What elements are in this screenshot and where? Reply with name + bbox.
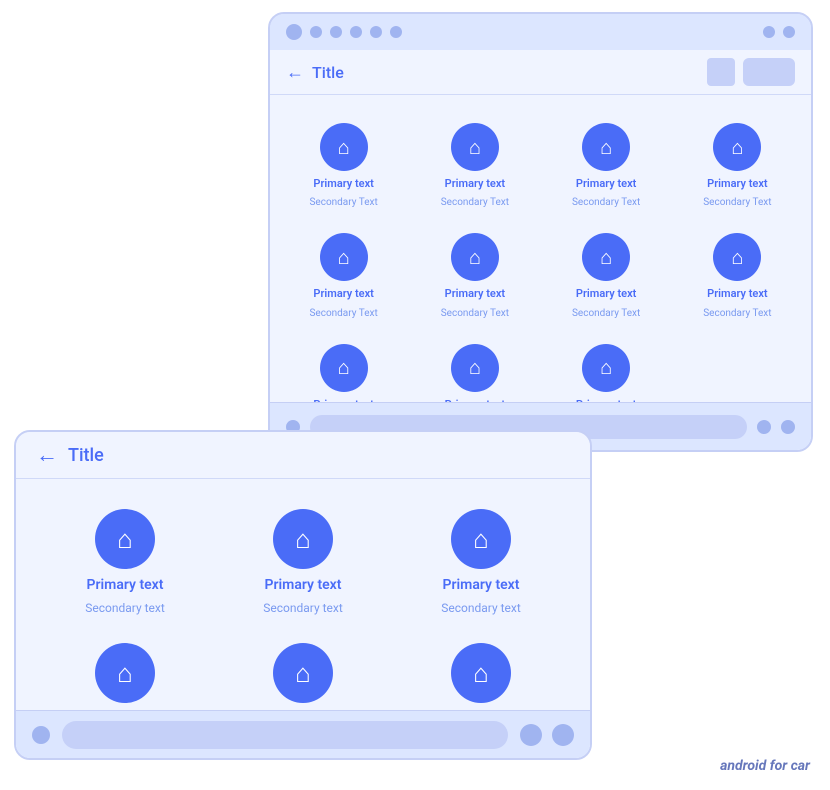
grid-primary-text: Primary text — [313, 287, 373, 301]
app-icon-circle: ⌂ — [320, 123, 368, 171]
tablet-home-icon: ⌂ — [473, 524, 489, 555]
tablet-bottom-bar — [16, 710, 590, 758]
home-icon: ⌂ — [600, 245, 612, 270]
status-dot-1 — [286, 24, 302, 40]
status-dot-8 — [783, 26, 795, 38]
tablet-app-icon-circle: ⌂ — [273, 643, 333, 703]
phone-screen-title: Title — [312, 63, 344, 82]
android-label-text: android — [720, 758, 766, 774]
grid-secondary-text: Secondary Text — [309, 197, 377, 209]
status-dot-4 — [350, 26, 362, 38]
tablet-home-icon: ⌂ — [117, 524, 133, 555]
app-icon-circle: ⌂ — [320, 233, 368, 281]
app-icon-circle: ⌂ — [582, 123, 630, 171]
grid-primary-text: Primary text — [707, 287, 767, 301]
tablet-primary-text: Primary text — [265, 577, 342, 593]
grid-primary-text: Primary text — [313, 177, 373, 191]
tablet-grid-item[interactable]: ⌂ Primary text Secondary text — [392, 495, 570, 629]
bottom-nav-dot-right-1 — [520, 724, 542, 746]
tablet-top-bar: ← Title — [16, 432, 590, 479]
tablet-app-icon-circle: ⌂ — [273, 509, 333, 569]
tablet-grid-item[interactable]: ⌂ Primary text Secondary text — [36, 495, 214, 629]
app-icon-circle: ⌂ — [582, 233, 630, 281]
tablet-screen-title: Title — [68, 445, 104, 466]
tablet-primary-text: Primary text — [87, 577, 164, 593]
bottom-nav-dot — [32, 726, 50, 744]
app-icon-circle: ⌂ — [451, 233, 499, 281]
tablet-secondary-text: Secondary text — [85, 601, 165, 615]
grid-item[interactable]: ⌂ Primary text Secondary Text — [278, 111, 409, 221]
bottom-dot — [757, 420, 771, 434]
tablet-app-icon-circle: ⌂ — [95, 509, 155, 569]
tablet-app-icon-circle: ⌂ — [451, 509, 511, 569]
phone-grid: ⌂ Primary text Secondary Text ⌂ Primary … — [270, 95, 811, 452]
search-rect[interactable] — [743, 58, 795, 86]
grid-item[interactable]: ⌂ Primary text Secondary Text — [672, 221, 803, 331]
tablet-back-arrow-icon[interactable]: ← — [36, 442, 58, 468]
tablet-home-icon: ⌂ — [473, 658, 489, 689]
tablet-secondary-text: Secondary text — [441, 601, 521, 615]
grid-primary-text: Primary text — [445, 177, 505, 191]
status-dot-3 — [330, 26, 342, 38]
home-icon: ⌂ — [731, 135, 743, 160]
android-for-car-label: android for car — [720, 758, 810, 774]
grid-primary-text: Primary text — [576, 177, 636, 191]
app-icon-circle: ⌂ — [582, 344, 630, 392]
grid-item[interactable]: ⌂ Primary text Secondary Text — [278, 221, 409, 331]
bottom-nav-dot-right-2 — [552, 724, 574, 746]
grid-secondary-text: Secondary Text — [441, 308, 509, 320]
grid-item[interactable]: ⌂ Primary text Secondary Text — [409, 221, 540, 331]
app-icon-circle: ⌂ — [451, 123, 499, 171]
home-icon: ⌂ — [338, 135, 350, 160]
android-suffix-text: for car — [770, 758, 810, 774]
grid-primary-text: Primary text — [445, 287, 505, 301]
bottom-dot — [781, 420, 795, 434]
back-arrow-icon[interactable]: ← — [286, 62, 304, 83]
grid-secondary-text: Secondary Text — [309, 308, 377, 320]
grid-secondary-text: Secondary Text — [703, 197, 771, 209]
home-icon: ⌂ — [731, 245, 743, 270]
menu-icon[interactable] — [707, 58, 735, 86]
home-icon: ⌂ — [469, 355, 481, 380]
grid-item[interactable]: ⌂ Primary text Secondary Text — [541, 111, 672, 221]
grid-item[interactable]: ⌂ Primary text Secondary Text — [672, 111, 803, 221]
home-icon: ⌂ — [600, 135, 612, 160]
home-icon: ⌂ — [338, 355, 350, 380]
bottom-nav-pill[interactable] — [62, 721, 508, 749]
tablet-mockup: ← Title ⌂ Primary text Secondary text ⌂ … — [14, 430, 592, 760]
tablet-app-icon-circle: ⌂ — [451, 643, 511, 703]
grid-primary-text: Primary text — [576, 287, 636, 301]
home-icon: ⌂ — [469, 135, 481, 160]
grid-item[interactable]: ⌂ Primary text Secondary Text — [409, 111, 540, 221]
tablet-secondary-text: Secondary text — [263, 601, 343, 615]
grid-secondary-text: Secondary Text — [572, 197, 640, 209]
status-dot-7 — [763, 26, 775, 38]
tablet-grid-item[interactable]: ⌂ Primary text Secondary text — [214, 495, 392, 629]
status-dot-5 — [370, 26, 382, 38]
tablet-home-icon: ⌂ — [295, 524, 311, 555]
grid-item[interactable]: ⌂ Primary text Secondary Text — [541, 221, 672, 331]
app-icon-circle: ⌂ — [320, 344, 368, 392]
tablet-home-icon: ⌂ — [117, 658, 133, 689]
grid-secondary-text: Secondary Text — [441, 197, 509, 209]
phone-status-bar — [270, 14, 811, 50]
app-icon-circle: ⌂ — [451, 344, 499, 392]
tablet-home-icon: ⌂ — [295, 658, 311, 689]
status-dot-2 — [310, 26, 322, 38]
home-icon: ⌂ — [469, 245, 481, 270]
phone-top-bar: ← Title — [270, 50, 811, 95]
tablet-primary-text: Primary text — [443, 577, 520, 593]
tablet-app-icon-circle: ⌂ — [95, 643, 155, 703]
home-icon: ⌂ — [600, 355, 612, 380]
grid-primary-text: Primary text — [707, 177, 767, 191]
grid-secondary-text: Secondary Text — [703, 308, 771, 320]
home-icon: ⌂ — [338, 245, 350, 270]
grid-secondary-text: Secondary Text — [572, 308, 640, 320]
phone-mockup: ← Title ⌂ Primary text Secondary Text ⌂ … — [268, 12, 813, 452]
app-icon-circle: ⌂ — [713, 233, 761, 281]
app-icon-circle: ⌂ — [713, 123, 761, 171]
status-dot-6 — [390, 26, 402, 38]
